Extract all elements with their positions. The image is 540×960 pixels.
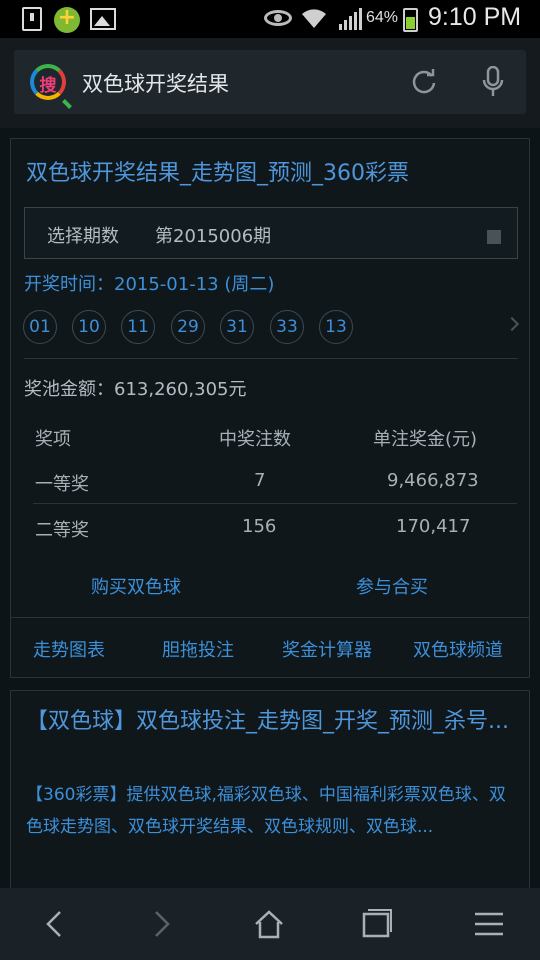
divider bbox=[33, 503, 517, 504]
microphone-icon[interactable] bbox=[480, 66, 506, 98]
search-result-title-link[interactable]: 【双色球】双色球投注_走势图_开奖_预测_杀号... bbox=[26, 707, 516, 737]
search-box[interactable]: 搜 双色球开奖结果 bbox=[14, 50, 526, 114]
divider bbox=[24, 358, 518, 359]
period-value: 第2015006期 bbox=[155, 226, 272, 247]
table-cell: 二等奖 bbox=[35, 520, 89, 541]
back-icon[interactable] bbox=[38, 908, 72, 940]
table-header: 中奖注数 bbox=[219, 429, 291, 450]
search-input[interactable]: 双色球开奖结果 bbox=[82, 68, 229, 98]
number-ball: 10 bbox=[72, 310, 106, 344]
chevron-right-icon[interactable] bbox=[504, 316, 520, 332]
tab-prize-calculator[interactable]: 奖金计算器 bbox=[282, 636, 372, 662]
search-header: 搜 双色球开奖结果 bbox=[0, 38, 540, 128]
table-cell: 156 bbox=[242, 516, 277, 537]
card-tab-bar: 走势图表 胆拖投注 奖金计算器 双色球频道 bbox=[11, 617, 529, 677]
signal-icon bbox=[339, 8, 362, 30]
table-header: 单注奖金(元) bbox=[373, 429, 478, 450]
battery-percent: 64% bbox=[366, 9, 399, 26]
buy-lottery-link[interactable]: 购买双色球 bbox=[91, 573, 181, 599]
draw-time: 开奖时间：2015-01-13 (周二) bbox=[24, 274, 275, 295]
clock: 9:10 PM bbox=[428, 3, 522, 31]
status-bar: 64% 9:10 PM bbox=[0, 0, 540, 38]
tabs-icon[interactable] bbox=[360, 908, 394, 940]
number-ball: 33 bbox=[270, 310, 304, 344]
wifi-icon bbox=[302, 9, 326, 28]
lottery-result-card: 双色球开奖结果_走势图_预测_360彩票 选择期数 第2015006期 开奖时间… bbox=[10, 138, 530, 678]
menu-icon[interactable] bbox=[472, 908, 506, 940]
table-cell: 170,417 bbox=[396, 516, 471, 537]
dropdown-icon bbox=[487, 230, 501, 244]
period-label: 选择期数 bbox=[47, 226, 119, 247]
tab-channel[interactable]: 双色球频道 bbox=[413, 636, 503, 662]
number-ball: 11 bbox=[121, 310, 155, 344]
table-header: 奖项 bbox=[35, 429, 71, 450]
search-result-card: 【双色球】双色球投注_走势图_开奖_预测_杀号... 【360彩票】提供双色球,… bbox=[10, 690, 530, 900]
table-cell: 一等奖 bbox=[35, 474, 89, 495]
result-title-link[interactable]: 双色球开奖结果_走势图_预测_360彩票 bbox=[26, 155, 409, 187]
app-notification-icon bbox=[54, 5, 80, 33]
refresh-icon[interactable] bbox=[410, 68, 438, 96]
search-logo-icon: 搜 bbox=[30, 64, 66, 100]
period-selector[interactable]: 选择期数 第2015006期 bbox=[24, 207, 518, 259]
forward-icon[interactable] bbox=[144, 908, 178, 940]
table-cell: 7 bbox=[254, 470, 266, 491]
tab-trend-chart[interactable]: 走势图表 bbox=[33, 636, 105, 662]
browser-bottom-nav bbox=[0, 888, 540, 960]
number-ball: 29 bbox=[171, 310, 205, 344]
prize-pool: 奖池金额：613,260,305元 bbox=[24, 379, 247, 400]
number-ball: 31 bbox=[220, 310, 254, 344]
battery-icon bbox=[403, 8, 418, 32]
search-result-snippet[interactable]: 【360彩票】提供双色球,福彩双色球、中国福利彩票双色球、双色球走势图、双色球开… bbox=[26, 779, 516, 843]
number-ball: 01 bbox=[23, 310, 57, 344]
download-notification-icon bbox=[22, 7, 42, 31]
search-logo-char: 搜 bbox=[39, 76, 57, 96]
group-buy-link[interactable]: 参与合买 bbox=[356, 573, 428, 599]
eye-icon bbox=[264, 10, 292, 26]
home-icon[interactable] bbox=[252, 908, 286, 940]
table-cell: 9,466,873 bbox=[387, 470, 479, 491]
image-notification-icon bbox=[90, 8, 116, 30]
tab-bet[interactable]: 胆拖投注 bbox=[162, 636, 234, 662]
blue-number-ball: 13 bbox=[319, 310, 353, 344]
